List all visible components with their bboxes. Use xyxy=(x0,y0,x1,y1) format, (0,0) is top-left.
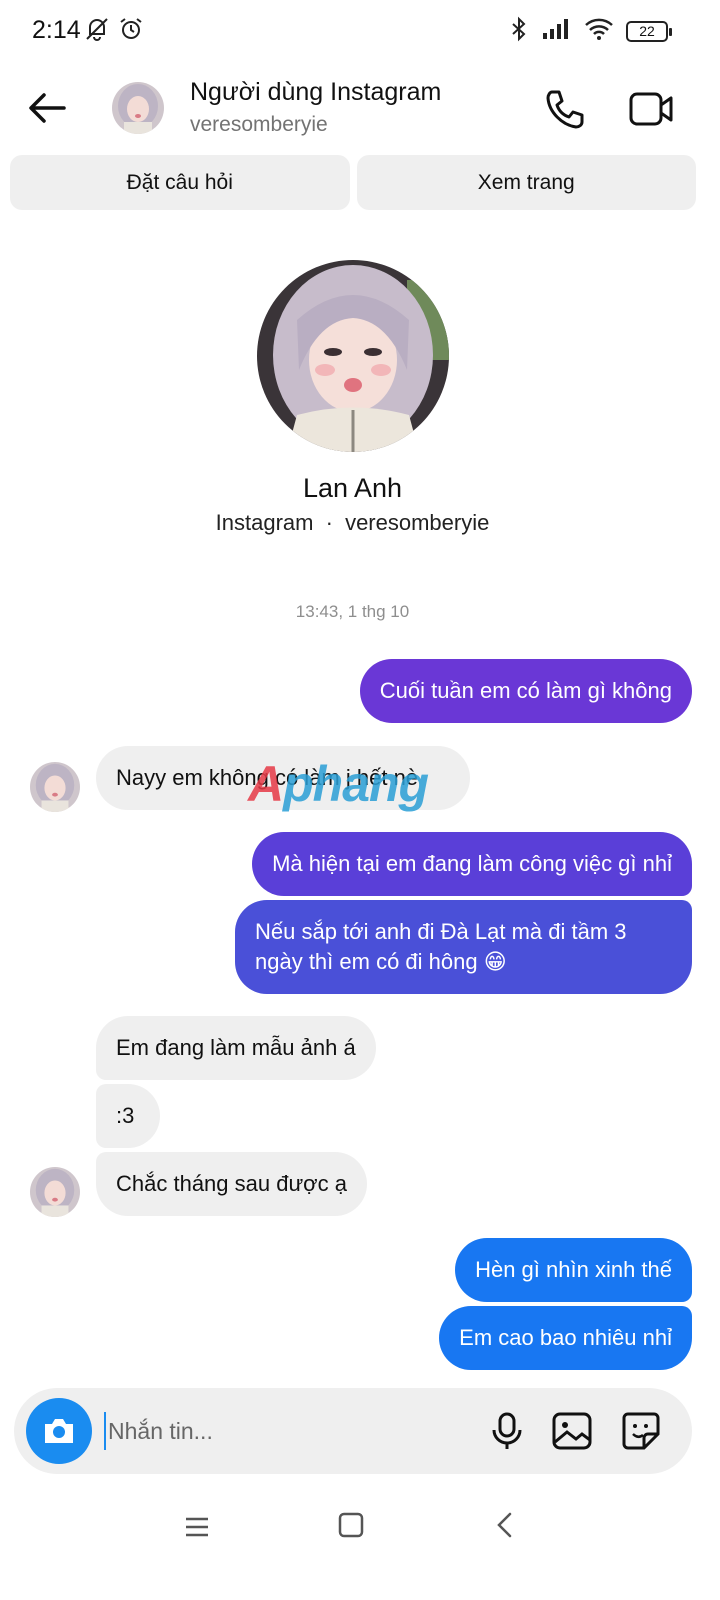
message-bubble-incoming[interactable]: Chắc tháng sau được ạ xyxy=(96,1152,367,1216)
profile-separator: · xyxy=(325,510,333,535)
profile-platform: Instagram xyxy=(215,510,314,535)
battery-icon: 22 xyxy=(626,21,672,42)
header-subtitle: veresomberyie xyxy=(190,113,328,136)
image-icon xyxy=(552,1412,592,1450)
camera-icon xyxy=(45,1419,73,1443)
arrow-left-icon xyxy=(29,93,66,123)
status-time: 2:14 xyxy=(32,16,81,44)
menu-icon xyxy=(186,1517,208,1537)
mute-notifications-icon xyxy=(84,16,110,47)
message-bubble-outgoing[interactable]: Nếu sắp tới anh đi Đà Lạt mà đi tầm 3 ng… xyxy=(235,900,692,994)
phone-icon xyxy=(546,90,584,129)
chat-header: Người dùng Instagram veresomberyie xyxy=(0,70,720,150)
message-bubble-outgoing[interactable]: Em cao bao nhiêu nhỉ xyxy=(439,1306,692,1370)
status-left-icons xyxy=(84,16,144,47)
video-camera-icon xyxy=(629,92,673,126)
message-timestamp: 13:43, 1 thg 10 xyxy=(295,602,410,621)
sender-avatar[interactable] xyxy=(30,1167,80,1217)
action-row: Đặt câu hỏi Xem trang xyxy=(10,155,696,210)
message-bubble-outgoing[interactable]: Hèn gì nhìn xinh thế xyxy=(455,1238,692,1302)
alarm-icon xyxy=(118,16,144,47)
ask-question-button[interactable]: Đặt câu hỏi xyxy=(10,155,350,210)
message-bubble-outgoing[interactable]: Cuối tuần em có làm gì không xyxy=(359,659,692,723)
microphone-icon xyxy=(492,1412,522,1449)
back-button[interactable] xyxy=(24,84,72,132)
system-back-button[interactable] xyxy=(490,1510,520,1540)
header-title[interactable]: Người dùng Instagram xyxy=(190,78,441,107)
profile-name: Lan Anh xyxy=(302,473,403,503)
sticker-button[interactable] xyxy=(618,1408,664,1454)
message-bubble-incoming[interactable]: Em đang làm mẫu ảnh á xyxy=(96,1016,376,1080)
profile-meta: Instagram · veresomberyie xyxy=(0,510,705,536)
chevron-left-icon xyxy=(497,1512,512,1538)
status-bar: 2:14 22 xyxy=(0,0,720,62)
status-right-icons: 22 xyxy=(508,16,672,47)
sender-avatar[interactable] xyxy=(30,762,80,812)
voice-message-button[interactable] xyxy=(484,1408,530,1454)
message-bubble-incoming[interactable]: :3 xyxy=(96,1084,160,1148)
view-profile-button[interactable]: Xem trang xyxy=(356,155,696,210)
profile-handle: veresomberyie xyxy=(345,510,490,535)
video-call-button[interactable] xyxy=(626,84,676,134)
sticker-icon xyxy=(622,1412,660,1450)
profile-avatar[interactable] xyxy=(257,260,449,452)
home-button[interactable] xyxy=(336,1510,366,1540)
system-nav-bar xyxy=(0,1490,720,1560)
camera-button[interactable] xyxy=(26,1398,92,1464)
wifi-icon xyxy=(584,17,614,46)
message-composer xyxy=(14,1388,692,1474)
header-avatar[interactable] xyxy=(112,82,164,134)
bluetooth-icon xyxy=(508,16,530,47)
gallery-button[interactable] xyxy=(549,1408,595,1454)
square-icon xyxy=(338,1512,364,1538)
voice-call-button[interactable] xyxy=(540,84,590,134)
recent-apps-button[interactable] xyxy=(182,1512,212,1542)
watermark-logo: Aphang xyxy=(248,756,429,812)
signal-icon xyxy=(542,17,572,46)
message-bubble-outgoing[interactable]: Mà hiện tại em đang làm công việc gì nhỉ xyxy=(252,832,692,896)
message-input[interactable] xyxy=(104,1412,454,1450)
